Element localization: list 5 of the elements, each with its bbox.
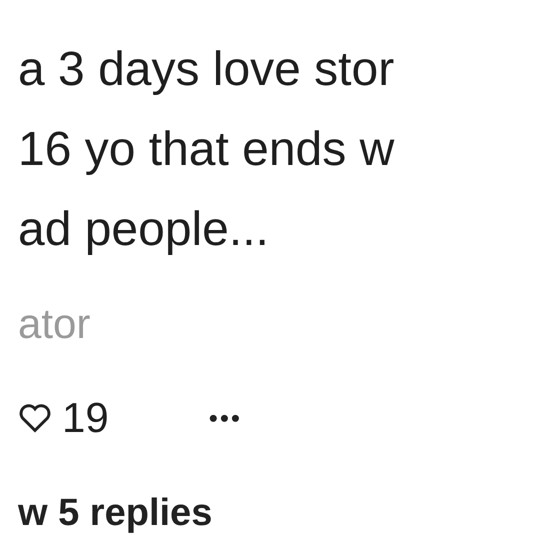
like-count: 19	[62, 394, 109, 442]
more-button[interactable]: •••	[208, 402, 242, 434]
author-role: ator	[18, 300, 92, 348]
comment-text: a 3 days love stor 16 yo that ends w ad people...	[18, 42, 396, 258]
view-replies-link[interactable]: w 5 replies	[18, 492, 212, 535]
